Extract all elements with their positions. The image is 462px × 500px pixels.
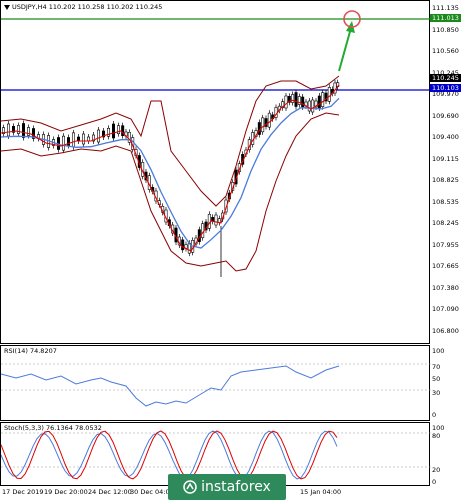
candle-body: [77, 136, 81, 142]
price-tick: 108.535: [432, 197, 459, 206]
candle-body: [72, 132, 76, 148]
dropdown-triangle-icon: [4, 4, 10, 10]
candle-body: [321, 92, 325, 107]
forecast-arrow: [338, 27, 352, 72]
candle-body: [26, 127, 30, 136]
price-chart: [1, 10, 431, 277]
stoch-axis: 100 80 20 0: [430, 422, 462, 486]
instaforex-watermark: instaforex: [168, 474, 286, 500]
stoch-tick: 80: [432, 432, 441, 440]
price-tick: 109.115: [432, 154, 459, 163]
candle-body: [112, 123, 116, 139]
candle-body: [307, 100, 311, 112]
rsi-line: [1, 365, 340, 407]
candle-body: [317, 95, 321, 109]
price-tick: 109.690: [432, 111, 459, 120]
candle-body: [311, 99, 315, 113]
chart-window: USDJPY,H4 110.202 110.258 110.202 110.24…: [0, 0, 462, 500]
instaforex-logo-icon: [183, 480, 197, 494]
price-tick: 108.245: [432, 219, 459, 227]
bollinger-upper-line: [1, 75, 340, 207]
rsi-tick: 50: [432, 375, 441, 383]
time-label-5: 15 Jan 04:00: [300, 488, 342, 496]
price-tick: 110.560: [432, 47, 459, 55]
candle-body: [214, 214, 218, 226]
candle-body: [261, 117, 265, 133]
candle-body: [107, 128, 111, 137]
candle-body: [87, 136, 91, 142]
rsi-tick: 0: [432, 411, 437, 419]
rsi-header: RSI(14) 74.8207: [4, 347, 57, 355]
candle-body: [16, 125, 20, 134]
symbol-header: USDJPY,H4 110.202 110.258 110.202 110.24…: [4, 3, 162, 11]
price-tick: 107.955: [432, 240, 459, 249]
candle-body: [7, 123, 11, 137]
candle-body: [267, 112, 271, 128]
price-tick: 107.090: [432, 305, 459, 313]
rsi-tick: 70: [432, 363, 441, 371]
stoch-tick: 0: [432, 478, 437, 486]
price-pane[interactable]: USDJPY,H4 110.202 110.258 110.202 110.24…: [0, 0, 431, 344]
fast-ma-line: [1, 84, 340, 252]
candle-body: [82, 133, 86, 145]
rsi-chart: [1, 363, 431, 407]
price-tick: 109.400: [432, 133, 459, 141]
time-label-2: 19 Dec 20:00: [44, 488, 88, 496]
rsi-pane[interactable]: RSI(14) 74.8207: [0, 345, 431, 421]
stoch-header: Stoch(5,3,3) 76.1364 78.0532: [4, 424, 102, 432]
candle-body: [61, 135, 65, 151]
candle-body: [284, 95, 288, 109]
tag-green-level: 111.013: [430, 14, 461, 22]
rsi-axis: 100 70 50 30 0: [430, 345, 462, 421]
price-tick: 111.135: [432, 4, 459, 12]
price-tick: 107.380: [432, 283, 459, 292]
price-tick: 110.850: [432, 25, 459, 34]
rsi-tick: 30: [432, 389, 441, 397]
candle-body: [301, 96, 305, 108]
stoch-d-line: [1, 430, 338, 480]
candle-body: [294, 92, 298, 107]
price-tick: 106.800: [432, 326, 459, 335]
price-tick: 108.825: [432, 176, 459, 184]
rsi-tick: 100: [432, 347, 445, 355]
tag-blue-level: 110.103: [430, 84, 461, 92]
stoch-k-line: [1, 430, 338, 480]
candle-body: [117, 125, 121, 134]
stoch-tick: 100: [432, 424, 445, 432]
time-label-1: 17 Dec 2019: [2, 488, 44, 496]
time-label-3: 24 Dec 12:00: [88, 488, 132, 496]
price-tick: 107.665: [432, 262, 459, 270]
candle-body: [327, 87, 331, 102]
stoch-tick: 20: [432, 466, 441, 474]
candle-body: [21, 123, 25, 138]
candle-body: [181, 239, 185, 251]
price-axis: 111.135 110.850 110.560 110.245 109.970 109.6…: [430, 0, 462, 344]
bollinger-lower-line: [1, 112, 340, 272]
candle-body: [97, 129, 101, 143]
tag-current-price: 110.245: [430, 74, 461, 82]
